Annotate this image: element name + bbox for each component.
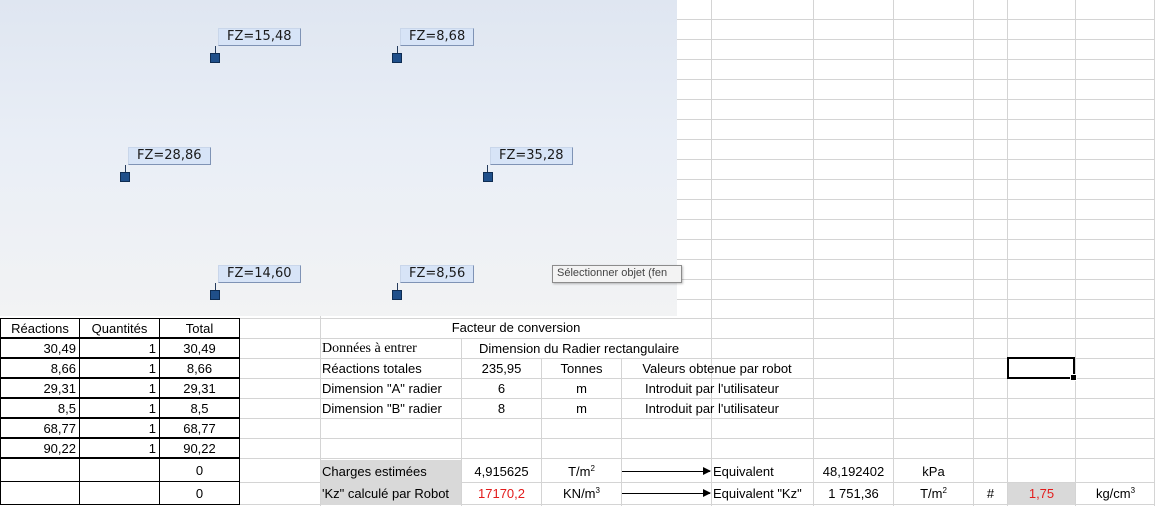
header-total[interactable]: Total	[159, 318, 240, 338]
value-dimension-b[interactable]: 8	[462, 399, 541, 419]
cell-total[interactable]: 29,31	[159, 378, 240, 398]
cell-total[interactable]: 0	[159, 458, 240, 482]
label-charges-estimees[interactable]: Charges estimées	[321, 460, 461, 483]
unit-kn-m3[interactable]: KN/m3	[542, 484, 621, 504]
support-node-icon	[210, 290, 220, 300]
equivalent-kz-label[interactable]: Equivalent "Kz"	[713, 484, 802, 504]
fz-label: FZ=8,68	[400, 28, 475, 46]
cell-quantity[interactable]	[79, 481, 160, 505]
cell-reaction[interactable]: 8,66	[0, 358, 80, 378]
support-node-icon	[392, 290, 402, 300]
unit-kg-cm3[interactable]: kg/cm3	[1076, 484, 1155, 504]
unit-t-m2-kz[interactable]: T/m2	[894, 484, 973, 504]
cell-reaction[interactable]: 68,77	[0, 418, 80, 438]
unit-kpa[interactable]: kPa	[894, 462, 973, 482]
equivalent-label[interactable]: Equivalent	[713, 462, 774, 482]
row-label-reactions-total[interactable]: Réactions totales	[322, 359, 422, 379]
cell-total[interactable]: 30,49	[159, 338, 240, 358]
header-reactions[interactable]: Réactions	[0, 318, 80, 338]
row-label-dimension-b[interactable]: Dimension "B" radier	[322, 399, 442, 419]
cell-quantity[interactable]: 1	[79, 418, 160, 438]
cell-quantity[interactable]: 1	[79, 378, 160, 398]
value-kz-robot[interactable]: 17170,2	[462, 484, 541, 504]
row-label-dimension-a[interactable]: Dimension "A" radier	[322, 379, 442, 399]
tooltip: Sélectionner objet (fen	[552, 265, 682, 283]
hash-cell[interactable]: #	[974, 484, 1007, 504]
arrow-icon	[622, 489, 711, 497]
result-kz-value[interactable]: 1,75	[1008, 483, 1075, 505]
cell-reaction[interactable]: 90,22	[0, 438, 80, 458]
support-node-icon	[210, 53, 220, 63]
value-reactions-total[interactable]: 235,95	[462, 359, 541, 379]
cell-total[interactable]: 8,66	[159, 358, 240, 378]
value-dimension-a[interactable]: 6	[462, 379, 541, 399]
fz-label: FZ=8,56	[400, 265, 475, 283]
fz-label: FZ=15,48	[218, 28, 301, 46]
equivalent-kpa-value[interactable]: 48,192402	[814, 462, 893, 482]
note-robot[interactable]: Valeurs obtenue par robot	[622, 359, 812, 379]
cell-reaction[interactable]: 8,5	[0, 398, 80, 418]
note-user[interactable]: Introduit par l'utilisateur	[622, 399, 802, 419]
value-charges[interactable]: 4,915625	[462, 462, 541, 482]
cell-total[interactable]: 90,22	[159, 438, 240, 458]
cell-reaction[interactable]: 29,31	[0, 378, 80, 398]
support-node-icon	[392, 53, 402, 63]
fz-label: FZ=28,86	[128, 147, 211, 165]
cell-total[interactable]: 68,77	[159, 418, 240, 438]
cell-quantity[interactable]	[79, 458, 160, 482]
cell-total[interactable]: 0	[159, 481, 240, 505]
dimension-header[interactable]: Dimension du Radier rectangulaire	[479, 339, 679, 359]
cell-reaction[interactable]	[0, 458, 80, 482]
unit-m[interactable]: m	[542, 399, 621, 419]
cell-quantity[interactable]: 1	[79, 358, 160, 378]
support-node-icon	[120, 172, 130, 182]
cell-quantity[interactable]: 1	[79, 338, 160, 358]
cell-reaction[interactable]: 30,49	[0, 338, 80, 358]
support-node-icon	[483, 172, 493, 182]
inputs-label[interactable]: Données à entrer	[322, 339, 417, 359]
cell-quantity[interactable]: 1	[79, 438, 160, 458]
fz-label: FZ=14,60	[218, 265, 301, 283]
active-cell-selection[interactable]	[1007, 357, 1077, 381]
conversion-title[interactable]: Facteur de conversion	[321, 318, 711, 338]
arrow-icon	[622, 467, 711, 475]
unit-t-m2[interactable]: T/m2	[542, 462, 621, 482]
unit-m[interactable]: m	[542, 379, 621, 399]
label-kz-robot[interactable]: 'Kz" calculé par Robot	[321, 483, 461, 505]
unit-tonnes[interactable]: Tonnes	[542, 359, 621, 379]
header-quantities[interactable]: Quantités	[79, 318, 160, 338]
equivalent-kz-value[interactable]: 1 751,36	[814, 484, 893, 504]
cell-total[interactable]: 8,5	[159, 398, 240, 418]
cell-reaction[interactable]	[0, 481, 80, 505]
fz-label: FZ=35,28	[490, 147, 573, 165]
note-user[interactable]: Introduit par l'utilisateur	[622, 379, 802, 399]
cell-quantity[interactable]: 1	[79, 398, 160, 418]
